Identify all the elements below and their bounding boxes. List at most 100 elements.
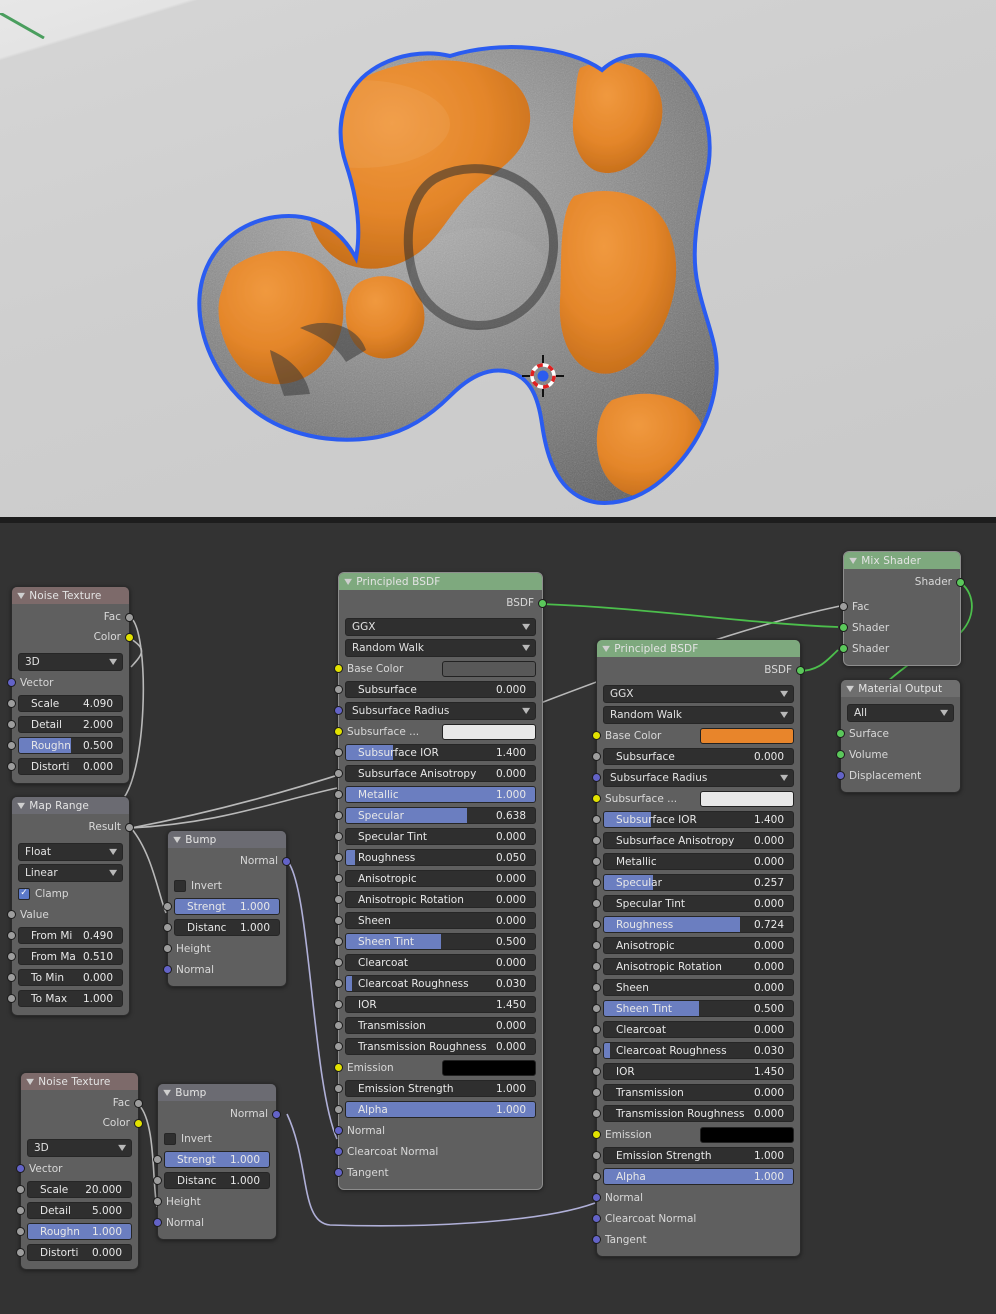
socket-ior[interactable] <box>334 1000 343 1009</box>
socket-anisotropic[interactable] <box>592 941 601 950</box>
prop-emission[interactable]: Emission <box>334 1058 536 1077</box>
collapse-chevron-icon[interactable]: ▼ <box>17 591 25 600</box>
prop-strength[interactable]: Strengt 1.000 <box>153 1150 270 1169</box>
target-dropdown[interactable]: All ▼ <box>847 703 954 722</box>
socket-detail[interactable] <box>16 1206 25 1215</box>
socket-subsurface-anisotropy[interactable] <box>592 836 601 845</box>
socket-normal-in[interactable] <box>153 1218 162 1227</box>
prop-specular-tint[interactable]: Specular Tint 0.000 <box>334 827 536 846</box>
prop-value[interactable]: 1.400 <box>754 814 793 826</box>
socket-shader-out[interactable] <box>956 578 965 587</box>
socket-roughness[interactable] <box>16 1227 25 1236</box>
prop-value[interactable]: 1.000 <box>92 1226 131 1238</box>
socket-clearcoat[interactable] <box>334 958 343 967</box>
input-vector[interactable]: Vector <box>7 673 123 692</box>
prop-value[interactable]: 0.500 <box>83 740 122 752</box>
input-displacement[interactable]: Displacement <box>836 766 954 785</box>
node-header[interactable]: ▼ Principled BSDF <box>339 573 542 590</box>
prop-specular[interactable]: Specular 0.257 <box>592 873 794 892</box>
input-clearcoat-normal[interactable]: Clearcoat Normal <box>592 1209 794 1228</box>
socket-tangent[interactable] <box>592 1235 601 1244</box>
prop-subsurface-color[interactable]: Subsurface ... <box>592 789 794 808</box>
prop-to-max[interactable]: To Max 1.000 <box>7 989 123 1008</box>
prop-value[interactable]: 0.724 <box>754 919 793 931</box>
socket-roughness[interactable] <box>334 853 343 862</box>
socket-distance[interactable] <box>163 923 172 932</box>
prop-transmission-roughness[interactable]: Transmission Roughness 0.000 <box>334 1037 536 1056</box>
socket-scale[interactable] <box>16 1185 25 1194</box>
prop-subsurface-ior[interactable]: Subsurface IOR 1.400 <box>592 810 794 829</box>
prop-value[interactable]: 0.000 <box>754 1024 793 1036</box>
socket-subsurface-ior[interactable] <box>334 748 343 757</box>
socket-specular[interactable] <box>592 878 601 887</box>
prop-value[interactable]: 1.000 <box>83 993 122 1005</box>
prop-metallic[interactable]: Metallic 0.000 <box>592 852 794 871</box>
socket-subsurface[interactable] <box>592 752 601 761</box>
prop-from-min[interactable]: From Mi 0.490 <box>7 926 123 945</box>
prop-value[interactable]: 0.500 <box>754 1003 793 1015</box>
prop-value[interactable]: 1.000 <box>754 1150 793 1162</box>
prop-specular[interactable]: Specular 0.638 <box>334 806 536 825</box>
prop-sheen[interactable]: Sheen 0.000 <box>334 911 536 930</box>
node-header[interactable]: ▼ Bump <box>158 1084 276 1101</box>
node-material-output[interactable]: ▼ Material Output All ▼ Surface Volume Di… <box>836 679 961 793</box>
node-header[interactable]: ▼ Material Output <box>841 680 960 697</box>
prop-value[interactable]: 0.257 <box>754 877 793 889</box>
node-principled-bsdf-right[interactable]: ▼ Principled BSDF BSDF GGX ▼ Random Walk ▼… <box>592 639 805 1257</box>
socket-shader-1[interactable] <box>839 623 848 632</box>
distribution-dropdown[interactable]: GGX ▼ <box>603 684 794 703</box>
prop-value[interactable]: 1.000 <box>240 922 279 934</box>
socket-fac[interactable] <box>125 613 134 622</box>
prop-transmission[interactable]: Transmission 0.000 <box>592 1083 794 1102</box>
prop-value[interactable]: 2.000 <box>83 719 122 731</box>
socket-emission[interactable] <box>334 1063 343 1072</box>
input-value[interactable]: Value <box>7 905 123 924</box>
prop-subsurface[interactable]: Subsurface 0.000 <box>592 747 794 766</box>
prop-alpha[interactable]: Alpha 1.000 <box>592 1167 794 1186</box>
input-fac[interactable]: Fac <box>839 597 954 616</box>
socket-fac[interactable] <box>839 602 848 611</box>
socket-from-max[interactable] <box>7 952 16 961</box>
socket-subsurface-color[interactable] <box>592 794 601 803</box>
socket-detail[interactable] <box>7 720 16 729</box>
socket-transmission[interactable] <box>592 1088 601 1097</box>
prop-value[interactable]: 1.450 <box>754 1066 793 1078</box>
prop-base-color[interactable]: Base Color <box>334 659 536 678</box>
socket-height[interactable] <box>163 944 172 953</box>
socket-subsurface-radius[interactable] <box>334 706 343 715</box>
subsurface-color-swatch[interactable] <box>700 790 794 807</box>
input-volume[interactable]: Volume <box>836 745 954 764</box>
socket-transmission[interactable] <box>334 1021 343 1030</box>
socket-fac[interactable] <box>134 1099 143 1108</box>
subsurface-method-dropdown[interactable]: Random Walk ▼ <box>345 638 536 657</box>
prop-roughness[interactable]: Roughness 0.724 <box>592 915 794 934</box>
collapse-chevron-icon[interactable]: ▼ <box>344 577 352 586</box>
output-color[interactable]: Color <box>18 628 134 646</box>
emission-color-swatch[interactable] <box>442 1059 536 1076</box>
socket-specular[interactable] <box>334 811 343 820</box>
node-header[interactable]: ▼ Noise Texture <box>12 587 129 604</box>
socket-sheen-tint[interactable] <box>334 937 343 946</box>
node-mix-shader[interactable]: ▼ Mix Shader Shader Fac Shader Shader <box>839 551 965 666</box>
node-noise-texture-bottom[interactable]: ▼ Noise Texture Fac Color 3D ▼ Vector Sc… <box>16 1072 143 1270</box>
3d-viewport[interactable] <box>0 0 996 517</box>
prop-clearcoat-roughness[interactable]: Clearcoat Roughness 0.030 <box>592 1041 794 1060</box>
prop-transmission-roughness[interactable]: Transmission Roughness 0.000 <box>592 1104 794 1123</box>
prop-value[interactable]: 0.050 <box>496 852 535 864</box>
prop-value[interactable]: 0.030 <box>754 1045 793 1057</box>
prop-subsurface[interactable]: Subsurface 0.000 <box>334 680 536 699</box>
node-bump-bottom[interactable]: ▼ Bump Normal Invert Strengt 1.000 Dista… <box>153 1083 281 1240</box>
socket-scale[interactable] <box>7 699 16 708</box>
socket-specular-tint[interactable] <box>334 832 343 841</box>
prop-sheen[interactable]: Sheen 0.000 <box>592 978 794 997</box>
socket-anisotropic-rotation[interactable] <box>334 895 343 904</box>
rendered-object[interactable] <box>150 28 770 517</box>
emission-color-swatch[interactable] <box>700 1126 794 1143</box>
input-surface[interactable]: Surface <box>836 724 954 743</box>
socket-color[interactable] <box>134 1119 143 1128</box>
prop-value[interactable]: 0.000 <box>754 856 793 868</box>
prop-value[interactable]: 1.000 <box>754 1171 793 1183</box>
prop-value[interactable]: 0.000 <box>92 1247 131 1259</box>
prop-value[interactable]: 0.030 <box>496 978 535 990</box>
socket-normal-out[interactable] <box>272 1110 281 1119</box>
